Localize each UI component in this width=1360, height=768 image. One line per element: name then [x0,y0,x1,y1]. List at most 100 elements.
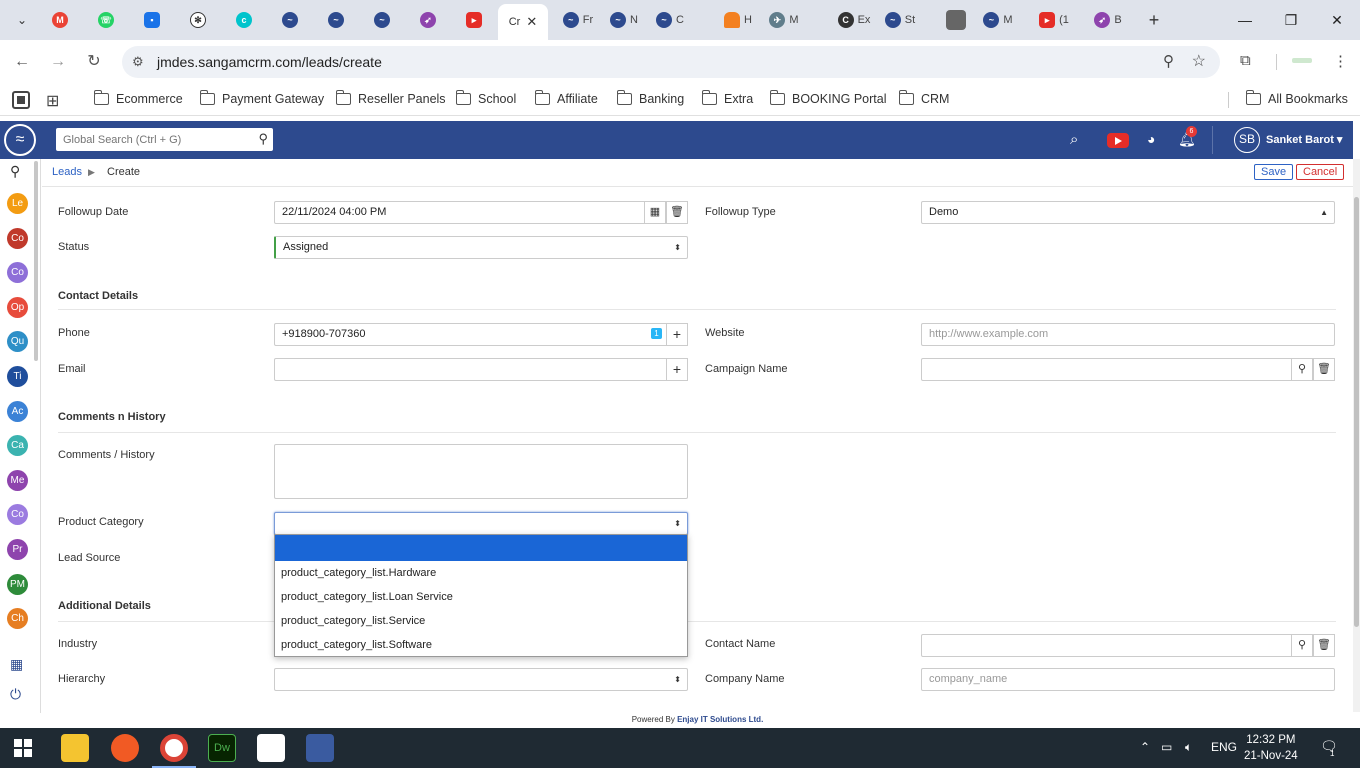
sidebar-module-11[interactable]: PM [7,573,28,595]
dropdown-option-loan-service[interactable]: product_category_list.Loan Service [275,585,687,609]
language-indicator[interactable]: ENG [1211,740,1237,754]
network-icon[interactable]: ▭ [1161,740,1172,754]
company-name-field[interactable]: company_name [921,668,1335,691]
sidebar-module-10[interactable]: Pr [7,539,28,560]
add-email-button[interactable]: + [666,358,688,381]
tab-openai[interactable]: ✻ [176,6,220,34]
search-icon[interactable]: ⚲ [1291,358,1313,381]
minimize-button[interactable]: — [1222,8,1268,32]
tab-chat[interactable]: ▪ [130,6,174,34]
bookmark-crm[interactable]: CRM [898,90,949,106]
global-search[interactable]: ⚲ [56,128,273,151]
campaign-name-field[interactable]: ⚲ 🗑︎ [921,358,1335,381]
tab-sangam-3[interactable]: ~ [360,6,404,34]
footer-company-link[interactable]: Enjay IT Solutions Ltd. [677,715,763,724]
tab-rocket[interactable]: ➶ [406,6,450,34]
tab-gray[interactable] [934,6,978,34]
site-settings-icon[interactable]: ⚙ [132,54,144,70]
comments-textarea[interactable] [274,444,688,499]
tab-m2[interactable]: ~ M [976,6,1020,34]
bookmark-affiliate[interactable]: Affiliate [534,90,598,106]
followup-type-select[interactable]: Demo ▲ [921,201,1335,224]
dropdown-option-software[interactable]: product_category_list.Software [275,633,687,657]
marg-icon[interactable] [257,734,285,762]
menu-kebab-icon[interactable]: ⋮ [1333,52,1348,70]
product-category-select[interactable]: ⬍ [274,512,688,535]
all-bookmarks[interactable]: All Bookmarks [1245,90,1348,106]
url-text[interactable]: jmdes.sangamcrm.com/leads/create [157,54,382,70]
tab-groups-icon[interactable] [12,91,30,109]
trash-icon[interactable]: 🗑︎ [666,201,688,224]
new-tab-button[interactable]: + [1132,6,1176,34]
hierarchy-select[interactable]: ⬍ [274,668,688,691]
reload-icon[interactable]: ↻ [82,50,106,74]
maximize-button[interactable]: ❐ [1268,8,1314,32]
omnibox[interactable]: ⚙ jmdes.sangamcrm.com/leads/create ⚲ ☆ [122,46,1220,78]
bookmark-star-icon[interactable]: ☆ [1192,51,1206,71]
sidebar-module-4[interactable]: Qu [7,331,28,353]
tab-b[interactable]: ➶ B [1086,6,1130,34]
chrome-icon[interactable] [160,734,188,762]
search-icon[interactable]: ⚲ [10,163,20,180]
sidebar-module-0[interactable]: Le [7,193,28,214]
calendar-icon[interactable]: ▦ [644,201,666,224]
tab-youtube-2[interactable]: ▸ (1 [1032,6,1076,34]
trash-icon[interactable]: 🗑︎ [1313,634,1335,657]
sidebar-module-7[interactable]: Ca [7,435,28,457]
tab-c[interactable]: ~ C [648,6,692,34]
bookmark-extra[interactable]: Extra [701,90,753,106]
sidebar-module-12[interactable]: Ch [7,608,28,630]
global-search-input[interactable] [56,128,246,151]
user-menu[interactable]: Sanket Barot ▾ [1266,133,1342,146]
calculator-icon[interactable] [306,734,334,762]
chevron-up-icon[interactable]: ⌃ [1140,740,1150,754]
globe-icon[interactable]: ◕ [1147,131,1155,147]
volume-icon[interactable]: 🔈︎ [1185,740,1192,755]
avatar[interactable]: SB [1234,127,1260,153]
contact-name-field[interactable]: ⚲ 🗑︎ [921,634,1335,657]
tab-youtube[interactable]: ▸ [452,6,496,34]
file-explorer-icon[interactable] [61,734,89,762]
sidebar-module-6[interactable]: Ac [7,400,28,422]
sidebar-module-5[interactable]: Ti [7,366,28,387]
profile-icon[interactable] [1292,58,1312,63]
windows-start-icon[interactable] [14,739,32,757]
bookmark-payment-gateway[interactable]: Payment Gateway [199,90,324,106]
brave-icon[interactable] [111,734,139,762]
keyboard-icon[interactable]: ▦ [10,656,23,673]
add-phone-button[interactable]: + [666,323,688,346]
tab-whatsapp[interactable]: ☏ [84,6,128,34]
website-field[interactable]: http://www.example.com [921,323,1335,346]
dropdown-option-service[interactable]: product_category_list.Service [275,609,687,633]
trash-icon[interactable]: 🗑︎ [1313,358,1335,381]
apps-grid-icon[interactable]: ⊞ [46,91,59,111]
dreamweaver-icon[interactable]: Dw [208,734,236,762]
system-clock[interactable]: 12:32 PM 21-Nov-24 [1244,732,1298,764]
phone-field[interactable]: +918900-707360 1 + [274,323,688,346]
breadcrumb-leads[interactable]: Leads [52,166,82,178]
extensions-icon[interactable]: ⧉ [1240,52,1251,69]
sidebar-module-8[interactable]: Me [7,469,28,491]
dropdown-option-hardware[interactable]: product_category_list.Hardware [275,561,687,585]
tab-active-crm[interactable]: Cr ✕ [498,4,548,40]
bookmark-school[interactable]: School [455,90,516,106]
sidebar-module-9[interactable]: Co [7,504,28,526]
forward-arrow-icon[interactable]: → [46,50,70,74]
tab-sangam-2[interactable]: ~ [314,6,358,34]
page-scrollbar[interactable] [1353,159,1360,712]
tab-m[interactable]: ✈ M [762,6,806,34]
save-button[interactable]: Save [1254,164,1294,180]
close-tab-icon[interactable]: ✕ [526,14,537,30]
search-icon[interactable]: ⚲ [258,131,268,147]
tab-ex[interactable]: C Ex [832,6,876,34]
tab-h[interactable]: H [716,6,760,34]
followup-date-field[interactable]: 22/11/2024 04:00 PM ▦ 🗑︎ [274,201,688,224]
power-icon[interactable]: ⏻ [10,686,21,703]
sidebar-scrollbar[interactable] [34,161,38,361]
sangam-logo-icon[interactable]: ≈ [4,124,36,156]
sidebar-module-3[interactable]: Op [7,296,28,318]
notification-center-icon[interactable]: 🗨︎ [1320,738,1338,755]
status-select[interactable]: Assigned ⬍ [274,236,688,259]
tab-canva[interactable]: c [222,6,266,34]
dropdown-option-empty[interactable] [275,535,687,561]
